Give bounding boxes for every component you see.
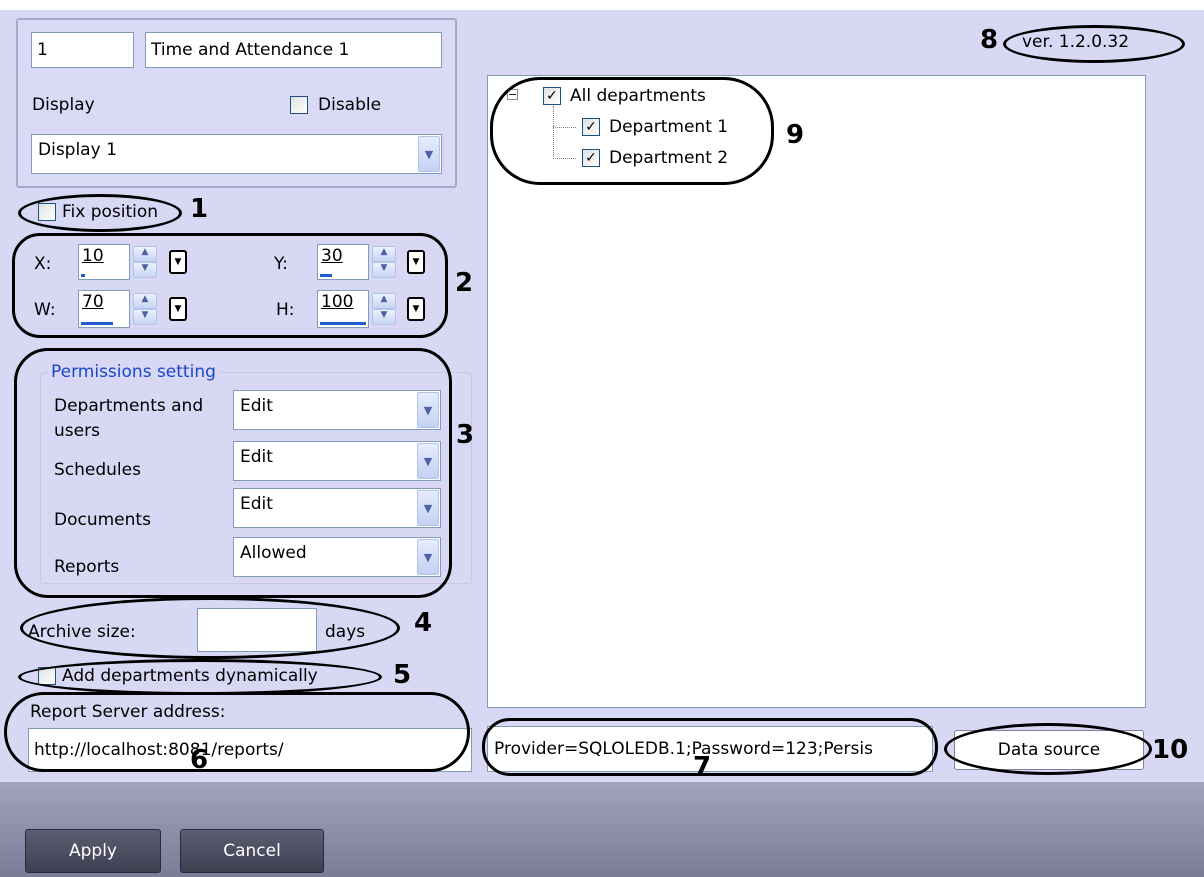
x-spin-up-icon[interactable]: ▲ (133, 246, 157, 262)
x-level-bar (81, 274, 85, 277)
chevron-down-icon[interactable]: ▼ (417, 392, 439, 428)
w-value: 70 (82, 292, 104, 312)
callout-8: 8 (980, 25, 999, 55)
permission-departments-select[interactable]: Edit ▼ (233, 390, 441, 430)
callout-ellipse-4 (20, 597, 400, 659)
chevron-down-icon[interactable]: ▼ (417, 539, 439, 575)
permission-departments-label: Departments and users (54, 396, 204, 441)
x-dropdown-icon[interactable]: ▼ (169, 250, 187, 274)
h-dropdown-icon[interactable]: ▼ (407, 297, 425, 321)
permission-reports-value: Allowed (240, 543, 307, 563)
apply-button-label: Apply (69, 841, 117, 861)
h-spin-down-icon[interactable]: ▼ (372, 309, 396, 325)
h-field[interactable]: 100 (317, 290, 369, 328)
permission-reports-select[interactable]: Allowed ▼ (233, 537, 441, 577)
chevron-down-icon[interactable]: ▼ (417, 490, 439, 526)
x-value: 10 (82, 246, 104, 266)
x-label: X: (34, 254, 52, 274)
callout-2: 2 (455, 268, 474, 298)
callout-ellipse-10 (944, 723, 1152, 775)
callout-ellipse-6 (4, 692, 470, 772)
callout-1: 1 (190, 194, 209, 224)
y-level-bar (320, 274, 332, 277)
permission-documents-select[interactable]: Edit ▼ (233, 488, 441, 528)
y-field[interactable]: 30 (317, 244, 369, 280)
w-label: W: (34, 300, 56, 320)
permission-departments-value: Edit (240, 396, 273, 416)
callout-5: 5 (393, 660, 412, 690)
y-spin-down-icon[interactable]: ▼ (372, 262, 396, 278)
y-value: 30 (321, 246, 343, 266)
callout-9: 9 (786, 120, 805, 150)
callout-ellipse-8 (1003, 25, 1185, 63)
display-select-value: Display 1 (38, 140, 117, 160)
display-select[interactable]: Display 1 ▼ (31, 134, 442, 174)
h-level-bar (320, 322, 366, 325)
w-dropdown-icon[interactable]: ▼ (169, 297, 187, 321)
callout-6: 6 (190, 745, 209, 775)
x-spin-down-icon[interactable]: ▼ (133, 262, 157, 278)
h-label: H: (276, 300, 295, 320)
chevron-down-icon[interactable]: ▼ (417, 443, 439, 479)
permission-reports-label: Reports (54, 557, 120, 577)
callout-ellipse-5 (18, 659, 382, 695)
callout-10: 10 (1152, 735, 1189, 765)
permission-documents-value: Edit (240, 494, 273, 514)
permission-documents-label: Documents (54, 510, 151, 530)
apply-button[interactable]: Apply (25, 829, 161, 873)
permission-schedules-select[interactable]: Edit ▼ (233, 441, 441, 481)
w-level-bar (81, 322, 113, 325)
callout-ellipse-1 (18, 194, 182, 232)
h-value: 100 (321, 292, 354, 312)
display-label: Display (32, 95, 95, 115)
chevron-down-icon[interactable]: ▼ (418, 136, 440, 172)
top-strip (0, 0, 1204, 10)
x-field[interactable]: 10 (78, 244, 130, 280)
y-dropdown-icon[interactable]: ▼ (407, 250, 425, 274)
callout-7: 7 (693, 752, 712, 782)
permission-schedules-label: Schedules (54, 460, 141, 480)
w-spin-up-icon[interactable]: ▲ (133, 293, 157, 309)
cancel-button-label: Cancel (223, 841, 281, 861)
h-spin-up-icon[interactable]: ▲ (372, 293, 396, 309)
disable-checkbox[interactable] (290, 96, 308, 114)
callout-ellipse-9 (490, 77, 774, 185)
disable-label: Disable (318, 95, 382, 115)
object-name-field[interactable] (145, 32, 442, 68)
permission-schedules-value: Edit (240, 447, 273, 467)
w-spin-down-icon[interactable]: ▼ (133, 309, 157, 325)
callout-3: 3 (456, 420, 475, 450)
y-spin-up-icon[interactable]: ▲ (372, 246, 396, 262)
callout-4: 4 (414, 608, 433, 638)
cancel-button[interactable]: Cancel (180, 829, 324, 873)
w-field[interactable]: 70 (78, 290, 130, 328)
object-id-field[interactable] (31, 32, 134, 68)
y-label: Y: (274, 254, 288, 274)
